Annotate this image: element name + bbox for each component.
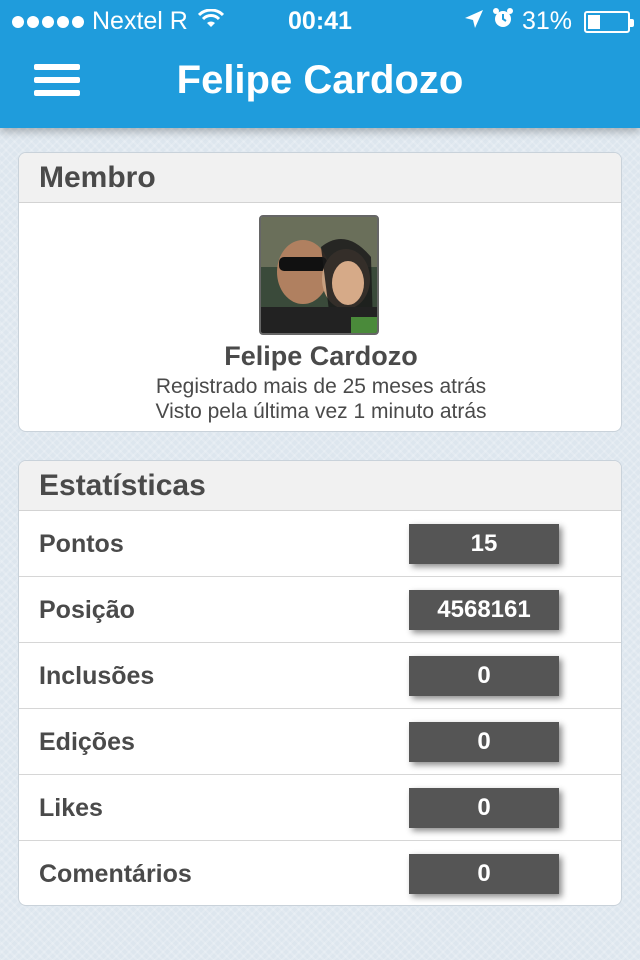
member-section-title: Membro — [19, 153, 621, 203]
stat-row-edicoes: Edições 0 — [19, 709, 621, 775]
alarm-clock-icon — [492, 7, 514, 36]
stat-row-pontos: Pontos 15 — [19, 511, 621, 577]
stat-label: Posição — [39, 596, 135, 624]
app-header: Nextel R 00:41 31% Felipe Cardozo — [0, 0, 640, 128]
stats-section-title: Estatísticas — [19, 461, 621, 511]
stat-value: 15 — [409, 524, 559, 564]
stat-label: Likes — [39, 794, 103, 822]
stat-row-comentarios: Comentários 0 — [19, 841, 621, 905]
battery-percent: 31% — [521, 7, 572, 35]
stat-label: Edições — [39, 728, 135, 756]
member-registered: Registrado mais de 25 meses atrás — [155, 375, 487, 398]
member-name: Felipe Cardozo — [224, 341, 418, 371]
avatar[interactable] — [259, 215, 379, 335]
stat-label: Comentários — [39, 860, 192, 888]
stat-row-posicao: Posição 4568161 — [19, 577, 621, 643]
stat-value: 0 — [409, 722, 559, 762]
stat-value: 0 — [409, 788, 559, 828]
stat-row-likes: Likes 0 — [19, 775, 621, 841]
stat-value: 4568161 — [409, 590, 559, 630]
member-card: Membro Felipe Cardozo Registrado mais de… — [18, 152, 622, 432]
stat-row-inclusoes: Inclusões 0 — [19, 643, 621, 709]
status-bar: Nextel R 00:41 31% — [0, 0, 640, 40]
stat-value: 0 — [409, 854, 559, 894]
page-title: Felipe Cardozo — [176, 58, 464, 102]
stat-value: 0 — [409, 656, 559, 696]
stat-label: Pontos — [39, 530, 124, 558]
status-right: 31% — [464, 7, 634, 36]
battery-icon — [584, 10, 634, 33]
location-arrow-icon — [464, 7, 484, 36]
member-last-seen: Visto pela última vez 1 minuto atrás — [155, 400, 487, 423]
stat-label: Inclusões — [39, 662, 155, 690]
stats-card: Estatísticas Pontos 15 Posição 4568161 I… — [18, 460, 622, 906]
